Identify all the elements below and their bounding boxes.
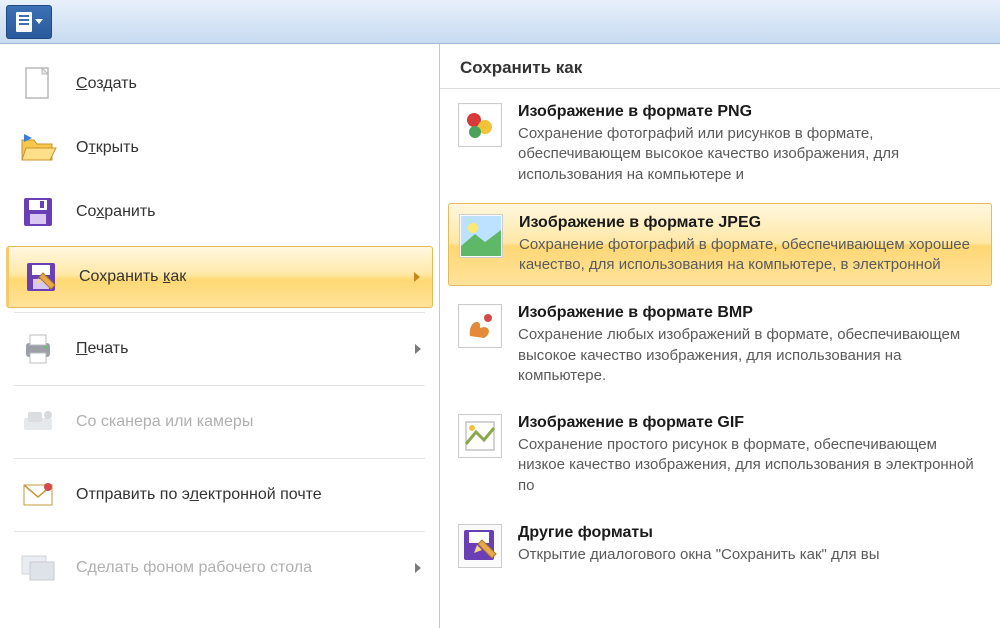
menu-item-print[interactable]: Печать bbox=[0, 317, 439, 381]
print-icon bbox=[18, 329, 58, 369]
menu-item-scanner: Со сканера или камеры bbox=[0, 390, 439, 454]
open-icon bbox=[18, 128, 58, 168]
menu-item-label: Со сканера или камеры bbox=[76, 413, 253, 431]
other-format-icon bbox=[458, 524, 502, 568]
menu-item-open[interactable]: Открыть bbox=[0, 116, 439, 180]
saveas-option-jpeg[interactable]: Изображение в формате JPEG Сохранение фот… bbox=[448, 203, 992, 287]
menu-item-label: Открыть bbox=[76, 139, 139, 157]
chevron-right-icon bbox=[415, 344, 421, 354]
saveas-submenu: Сохранить как Изображение в формате PNG С… bbox=[440, 44, 1000, 628]
option-description: Открытие диалогового окна "Сохранить как… bbox=[518, 545, 880, 565]
menu-item-saveas[interactable]: Сохранить как bbox=[6, 246, 433, 308]
png-format-icon bbox=[458, 103, 502, 147]
saveas-icon bbox=[21, 257, 61, 297]
menu-item-label: Сохранить как bbox=[79, 268, 186, 286]
separator bbox=[14, 312, 425, 313]
menu-item-new[interactable]: Создать bbox=[0, 52, 439, 116]
submenu-title: Сохранить как bbox=[440, 44, 1000, 89]
save-icon bbox=[18, 192, 58, 232]
menu-item-wallpaper: Сделать фоном рабочего стола bbox=[0, 536, 439, 600]
option-title: Изображение в формате BMP bbox=[518, 304, 982, 322]
option-description: Сохранение любых изображений в формате, … bbox=[518, 325, 982, 386]
separator bbox=[14, 531, 425, 532]
chevron-right-icon bbox=[415, 563, 421, 573]
title-bar bbox=[0, 0, 1000, 44]
option-title: Другие форматы bbox=[518, 524, 880, 542]
file-menu: Создать Открыть Сохранить Сохранить как Печа… bbox=[0, 44, 440, 628]
menu-item-label: Создать bbox=[76, 75, 137, 93]
chevron-down-icon bbox=[35, 19, 43, 24]
menu-item-email[interactable]: Отправить по электронной почте bbox=[0, 463, 439, 527]
separator bbox=[14, 458, 425, 459]
menu-item-label: Отправить по электронной почте bbox=[76, 486, 322, 504]
saveas-option-bmp[interactable]: Изображение в формате BMP Сохранение любы… bbox=[440, 290, 1000, 400]
jpeg-format-icon bbox=[459, 214, 503, 258]
new-icon bbox=[18, 64, 58, 104]
app-menu-button[interactable] bbox=[6, 5, 52, 39]
saveas-option-gif[interactable]: Изображение в формате GIF Сохранение прос… bbox=[440, 400, 1000, 510]
saveas-option-other[interactable]: Другие форматы Открытие диалогового окна … bbox=[440, 510, 1000, 582]
option-description: Сохранение фотографий или рисунков в фор… bbox=[518, 124, 982, 185]
saveas-option-png[interactable]: Изображение в формате PNG Сохранение фото… bbox=[440, 89, 1000, 199]
menu-item-label: Сделать фоном рабочего стола bbox=[76, 559, 312, 577]
option-description: Сохранение простого рисунок в формате, о… bbox=[518, 435, 982, 496]
email-icon bbox=[18, 475, 58, 515]
menu-item-label: Печать bbox=[76, 340, 128, 358]
chevron-right-icon bbox=[414, 272, 420, 282]
option-title: Изображение в формате PNG bbox=[518, 103, 982, 121]
wall-icon bbox=[18, 548, 58, 588]
separator bbox=[14, 385, 425, 386]
menu-item-save[interactable]: Сохранить bbox=[0, 180, 439, 244]
option-title: Изображение в формате GIF bbox=[518, 414, 982, 432]
document-icon bbox=[16, 12, 32, 32]
option-description: Сохранение фотографий в формате, обеспеч… bbox=[519, 235, 981, 276]
bmp-format-icon bbox=[458, 304, 502, 348]
menu-panel: Создать Открыть Сохранить Сохранить как Печа… bbox=[0, 44, 1000, 628]
scanner-icon bbox=[18, 402, 58, 442]
menu-item-label: Сохранить bbox=[76, 203, 156, 221]
gif-format-icon bbox=[458, 414, 502, 458]
option-title: Изображение в формате JPEG bbox=[519, 214, 981, 232]
